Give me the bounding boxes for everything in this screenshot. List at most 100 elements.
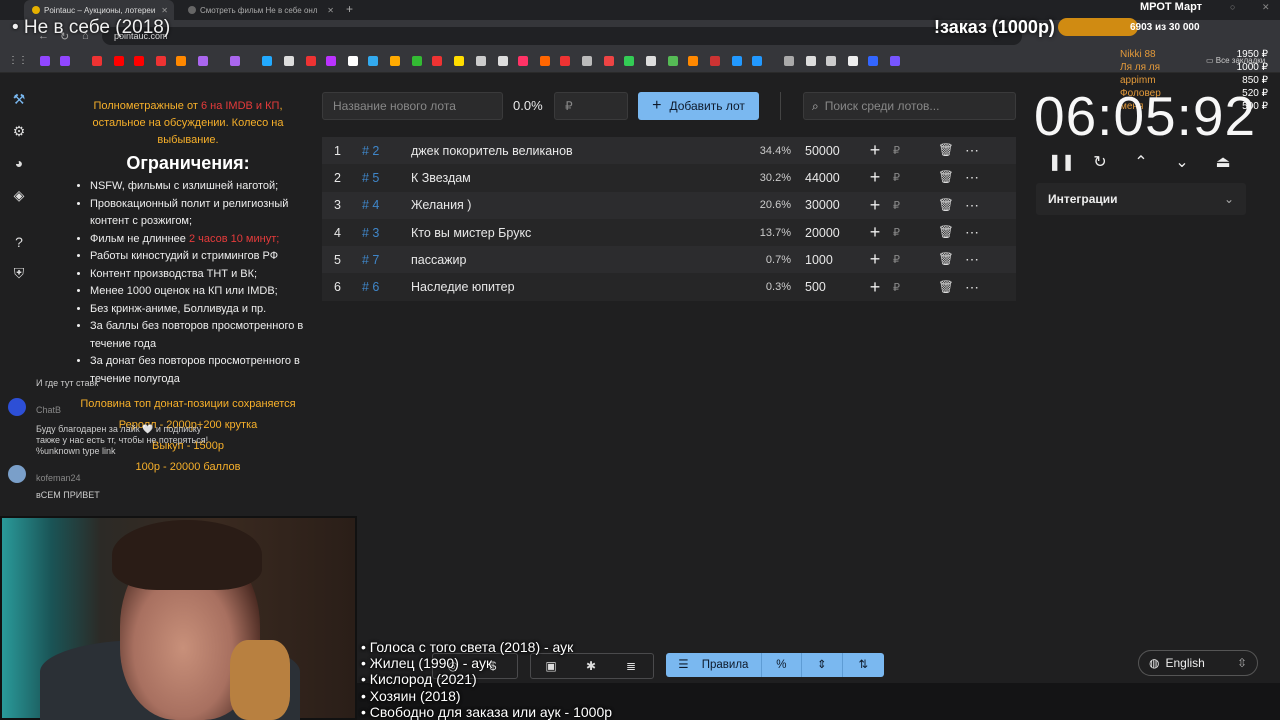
lot-add-amount-field[interactable]: ₽ [889,226,933,239]
delete-trash-icon[interactable]: 🗑 [933,252,959,267]
add-amount-plus-icon[interactable]: + [861,167,889,188]
bookmark-icon[interactable] [646,56,656,66]
bookmark-icon[interactable] [156,56,166,66]
bookmark-icon[interactable] [432,56,442,66]
bookmark-icon[interactable] [368,56,378,66]
sort-icon[interactable]: ⇅ [843,653,884,677]
more-options-icon[interactable]: ⋯ [959,251,985,268]
bookmark-youtube-icon[interactable] [114,56,124,66]
more-options-icon[interactable]: ⋯ [959,142,985,159]
add-amount-plus-icon[interactable]: + [861,195,889,216]
lot-name[interactable]: джек покоритель великанов [411,144,731,158]
more-options-icon[interactable]: ⋯ [959,279,985,296]
bookmark-icon[interactable] [198,56,208,66]
lot-id[interactable]: # 7 [362,253,411,267]
lot-amount[interactable]: 50000 [791,144,861,158]
bookmark-icon[interactable] [92,56,102,66]
shield-icon[interactable]: ⛨ [10,264,28,282]
lot-id[interactable]: # 6 [362,280,411,294]
lot-name[interactable]: Желания ) [411,198,731,212]
browser-tab-movie[interactable]: Смотреть фильм Не в себе онл ✕ [180,0,340,20]
layers-icon[interactable]: ◈ [10,186,28,204]
bookmark-icon[interactable] [262,56,272,66]
hammer-icon[interactable]: ⚒ [10,90,28,108]
add-amount-plus-icon[interactable]: + [861,249,889,270]
bookmark-telegram-icon[interactable] [752,56,762,66]
bookmark-icon[interactable] [688,56,698,66]
apps-grid-icon[interactable]: ⋮⋮ [8,55,28,66]
bookmark-icon[interactable] [784,56,794,66]
lot-amount[interactable]: 30000 [791,198,861,212]
search-lots-input[interactable]: ⌕ Поиск среди лотов... [803,92,1016,120]
bookmark-icon[interactable] [826,56,836,66]
more-options-icon[interactable]: ⋯ [959,169,985,186]
eject-collapse-icon[interactable]: ⏏ [1212,152,1234,172]
delete-trash-icon[interactable]: 🗑 [933,225,959,240]
integrations-dropdown[interactable]: Интеграции ⌄ [1036,183,1246,215]
add-amount-plus-icon[interactable]: + [861,140,889,161]
more-options-icon[interactable]: ⋯ [959,224,985,241]
pause-icon[interactable]: ❚❚ [1048,152,1075,172]
bookmark-twitch-icon[interactable] [40,56,50,66]
lot-add-amount-field[interactable]: ₽ [889,144,933,157]
rules-button[interactable]: ☰ Правила [666,653,762,677]
lot-name[interactable]: пассажир [411,253,731,267]
lot-id[interactable]: # 5 [362,171,411,185]
lot-name[interactable]: К Звездам [411,171,731,185]
percent-toggle-icon[interactable]: % [762,653,803,677]
lot-amount[interactable]: 44000 [791,171,861,185]
bookmark-twitch-icon[interactable] [60,56,70,66]
bookmark-icon[interactable] [348,56,358,66]
lot-add-amount-field[interactable]: ₽ [889,171,933,184]
bookmark-icon[interactable] [710,56,720,66]
lot-amount[interactable]: 1000 [791,253,861,267]
delete-trash-icon[interactable]: 🗑 [933,198,959,213]
delete-trash-icon[interactable]: 🗑 [933,170,959,185]
bookmark-mail-icon[interactable] [176,56,186,66]
lot-id[interactable]: # 3 [362,226,411,240]
bookmark-icon[interactable] [560,56,570,66]
lot-name[interactable]: Кто вы мистер Брукс [411,226,731,240]
help-icon[interactable]: ? [10,233,28,251]
bookmark-icon[interactable] [412,56,422,66]
chevron-up-icon[interactable]: ⌃ [1130,152,1152,172]
bookmark-icon[interactable] [890,56,900,66]
bookmark-icon[interactable] [230,56,240,66]
clear-list-icon[interactable]: ≣ [611,659,651,673]
close-tab-icon[interactable]: ✕ [161,6,168,15]
bookmark-icon[interactable] [604,56,614,66]
bookmark-icon[interactable] [624,56,634,66]
compress-icon[interactable]: ⇕ [802,653,843,677]
add-lot-button[interactable]: + Добавить лот [638,92,759,120]
pie-chart-icon[interactable]: ◕ [10,154,28,172]
close-tab-icon[interactable]: ✕ [327,6,334,15]
bookmark-icon[interactable] [668,56,678,66]
bookmark-icon[interactable] [284,56,294,66]
gear-icon[interactable]: ⚙ [10,122,28,140]
language-select[interactable]: ◍ English ⇳ [1138,650,1258,676]
bookmark-icon[interactable] [476,56,486,66]
lot-name[interactable]: Наследие юпитер [411,280,731,294]
minimize-icon[interactable]: ○ [1230,2,1235,12]
new-lot-input[interactable]: Название нового лота [322,92,503,120]
reset-timer-icon[interactable]: ↻ [1089,152,1111,172]
lot-id[interactable]: # 2 [362,144,411,158]
bookmark-icon[interactable] [806,56,816,66]
delete-trash-icon[interactable]: 🗑 [933,143,959,158]
bookmark-icon[interactable] [498,56,508,66]
url-field[interactable] [102,27,1022,45]
delete-trash-icon[interactable]: 🗑 [933,280,959,295]
new-lot-amount-input[interactable]: ₽ [554,92,628,120]
chevron-down-icon[interactable]: ⌄ [1171,152,1193,172]
lot-amount[interactable]: 20000 [791,226,861,240]
add-amount-plus-icon[interactable]: + [861,277,889,298]
lot-add-amount-field[interactable]: ₽ [889,199,933,212]
bookmark-icon[interactable] [454,56,464,66]
more-options-icon[interactable]: ⋯ [959,197,985,214]
bookmark-icon[interactable] [306,56,316,66]
bookmark-icon[interactable] [390,56,400,66]
bookmark-icon[interactable] [868,56,878,66]
bookmark-icon[interactable] [518,56,528,66]
window-close-icon[interactable]: ✕ [1262,2,1270,13]
bookmark-icon[interactable] [582,56,592,66]
